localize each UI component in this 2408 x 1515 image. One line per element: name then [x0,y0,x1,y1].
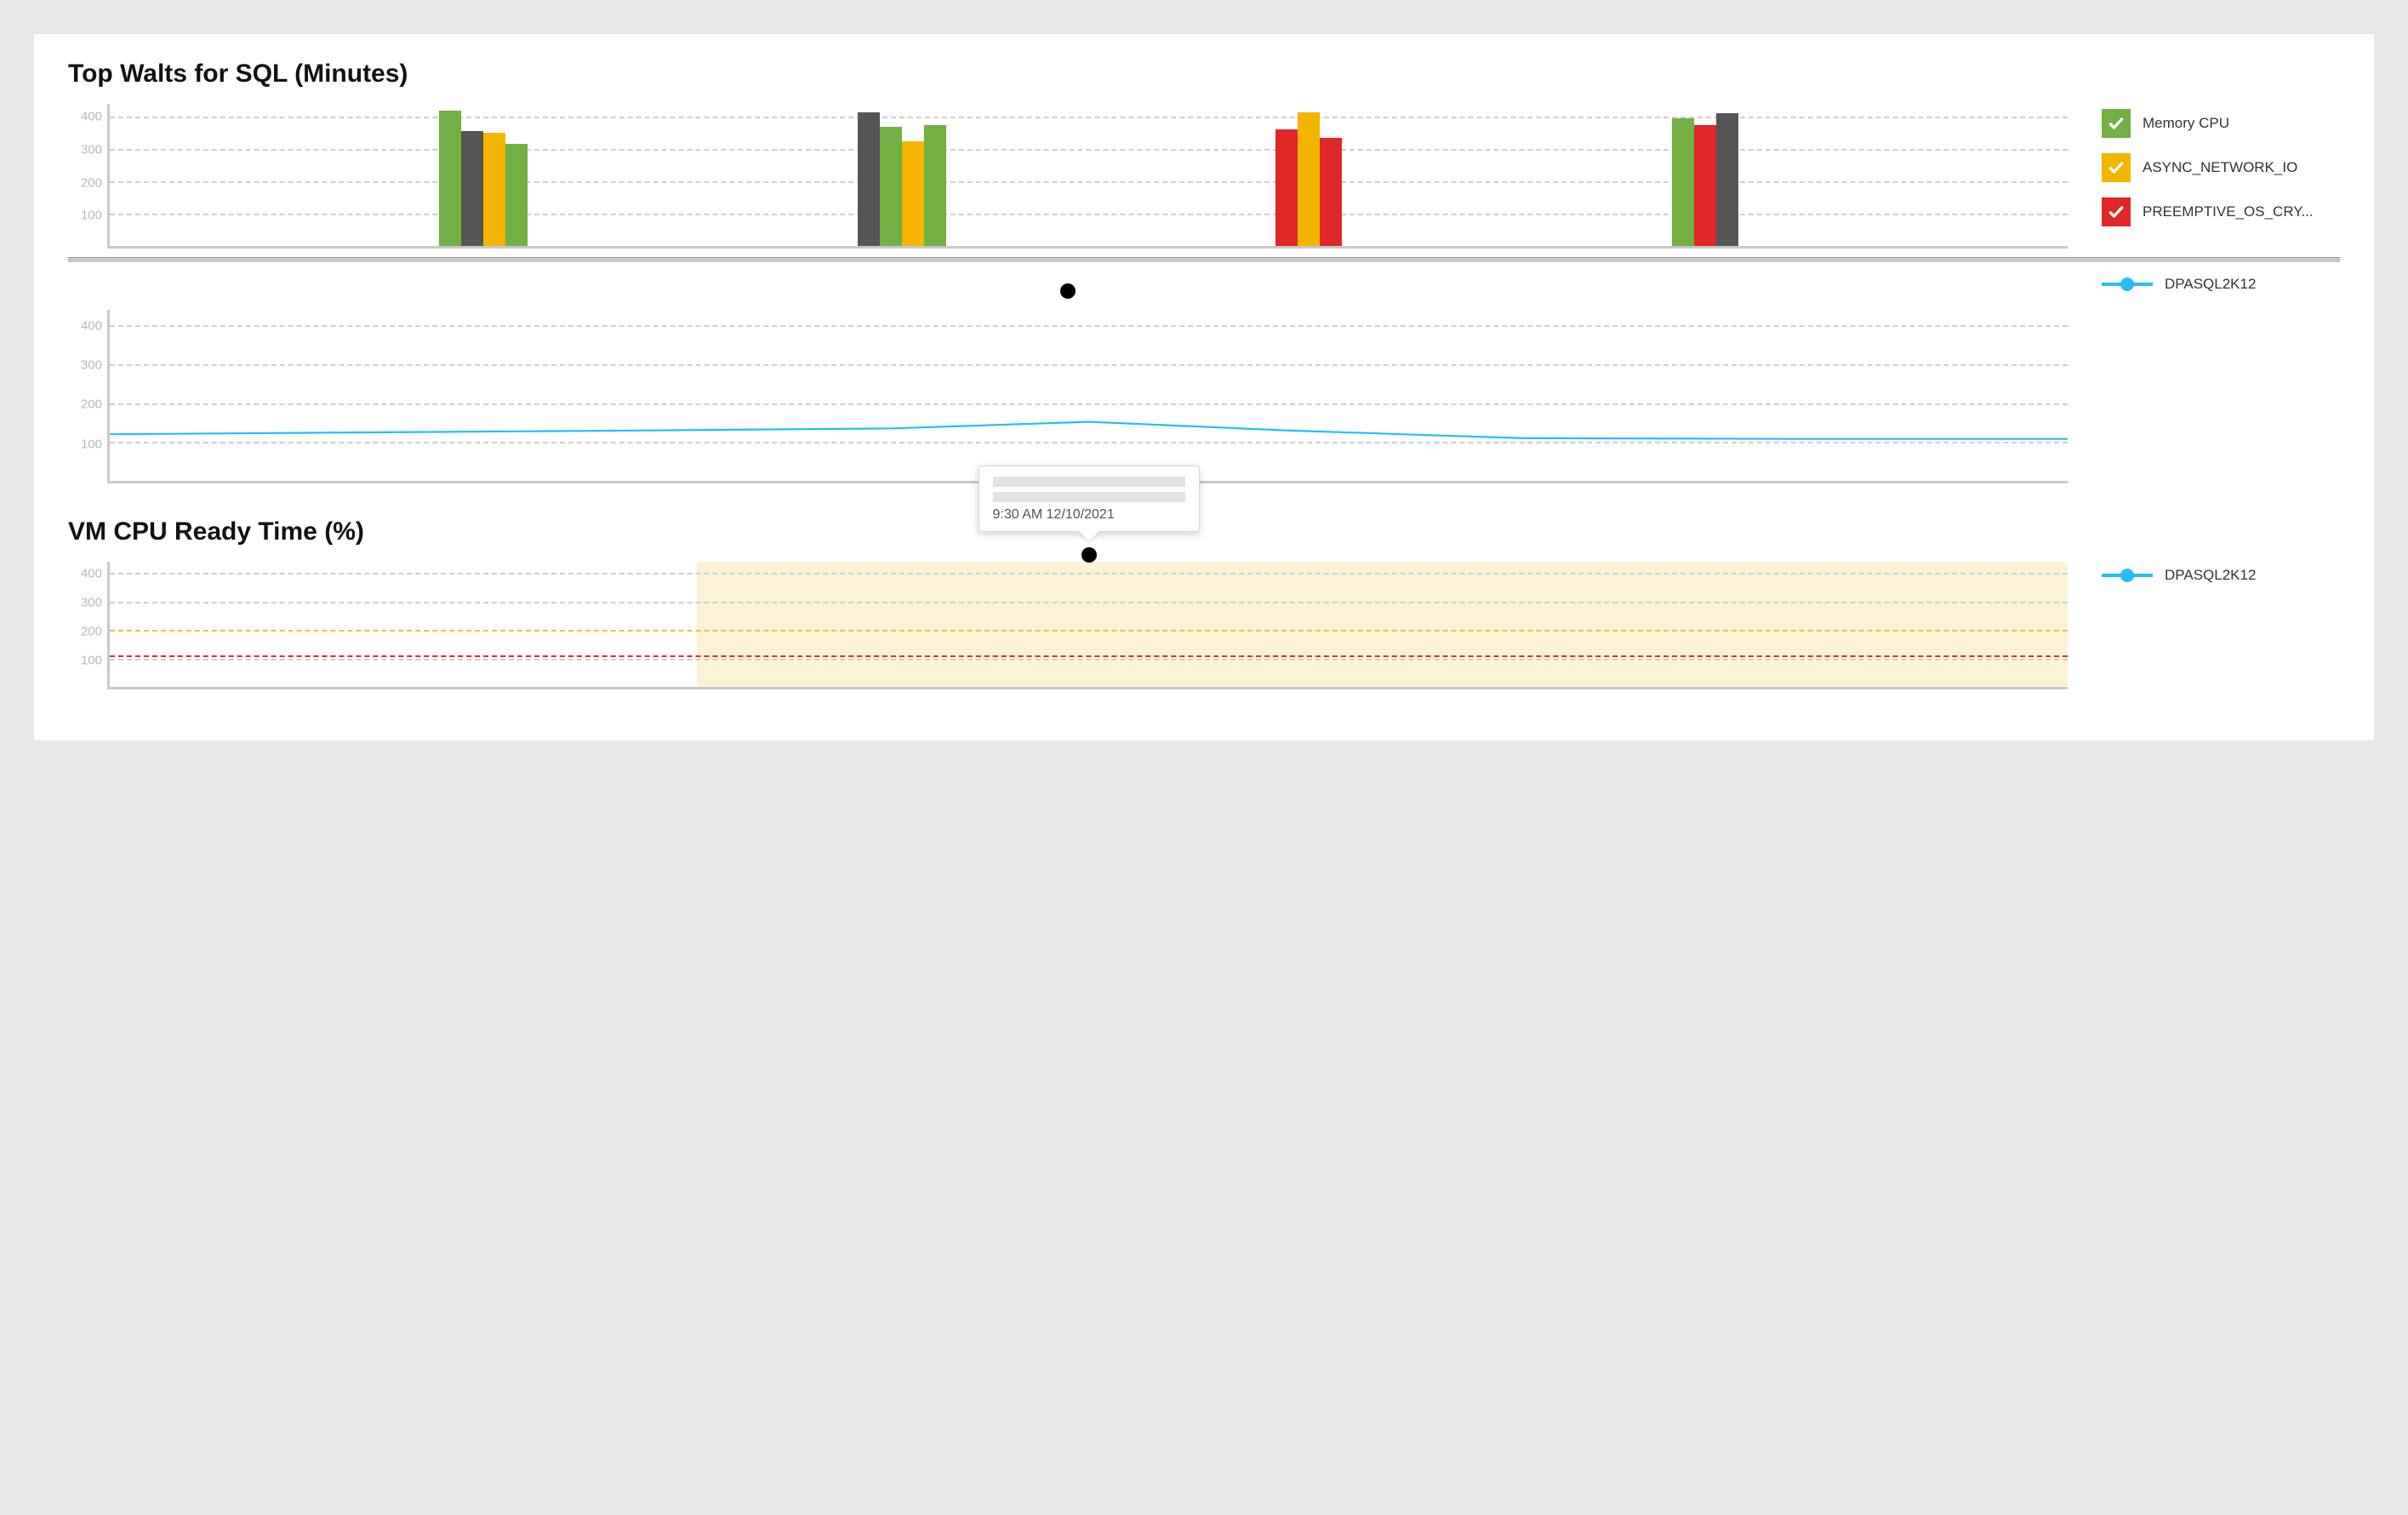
bar[interactable] [1298,112,1320,247]
vm-cpu-row: 100200300400 9:30 AM 12/10/2021 DPASQL2K… [68,562,2340,689]
bar[interactable] [1320,138,1342,246]
y-tick-label: 300 [81,357,102,372]
bar-group[interactable] [439,104,528,246]
line-marker-icon [2102,283,2153,286]
top-waits-title: Top Walts for SQL (Minutes) [68,60,2340,89]
y-tick-label: 400 [81,110,102,124]
y-tick-label: 300 [81,595,102,609]
bar[interactable] [483,133,505,246]
line-chart-row: 100 200 300 400 DPASQL2K12 [68,271,2340,483]
highlight-zone [697,562,2068,687]
legend-label: DPASQL2K12 [2165,567,2256,584]
data-point-marker[interactable]: 9:30 AM 12/10/2021 [1081,547,1097,563]
bar[interactable] [880,127,902,246]
legend-item-async-network-io[interactable]: ASYNC_NETWORK_IO [2102,153,2340,182]
bar[interactable] [924,125,946,246]
bar[interactable] [858,112,880,247]
top-waits-legend: Memory CPU ASYNC_NETWORK_IO PREEMPTIVE_O… [2102,104,2340,226]
y-tick-label: 400 [81,318,102,333]
checkmark-icon [2102,109,2131,138]
legend-item-memory-cpu[interactable]: Memory CPU [2102,109,2340,138]
y-tick-label: 200 [81,397,102,412]
dashboard-panel: Top Walts for SQL (Minutes) 100 200 300 400… [34,34,2374,740]
bar[interactable] [1694,125,1716,246]
legend-item-dpasql2k12[interactable]: DPASQL2K12 [2102,567,2340,584]
y-tick-label: 300 [81,143,102,157]
line-legend: DPASQL2K12 [2102,271,2340,293]
separator [68,257,2340,262]
bar[interactable] [461,131,483,246]
bar[interactable] [1672,118,1694,246]
bar[interactable] [1716,113,1738,246]
bar-group[interactable] [858,104,946,246]
bar[interactable] [439,111,461,246]
tooltip-placeholder-line [993,477,1185,487]
checkmark-icon [2102,153,2131,182]
vm-cpu-title: VM CPU Ready Time (%) [68,517,2340,546]
data-point-marker[interactable] [1060,283,1076,299]
legend-item-dpasql2k12[interactable]: DPASQL2K12 [2102,276,2340,293]
checkmark-icon [2102,197,2131,226]
vm-cpu-legend: DPASQL2K12 [2102,562,2340,584]
line-plot[interactable]: 100 200 300 400 [68,310,2068,483]
warn-threshold-line [110,630,2068,632]
y-tick-label: 400 [81,566,102,580]
bar[interactable] [1275,129,1298,246]
legend-label: Memory CPU [2143,115,2229,132]
tooltip-time: 9:30 AM 12/10/2021 [993,507,1185,523]
critical-threshold-line [110,655,2068,657]
top-waits-plot[interactable]: 100 200 300 400 [68,104,2068,249]
line-marker-icon [2102,574,2153,577]
y-tick-label: 200 [81,175,102,190]
bar[interactable] [902,141,924,246]
legend-label: DPASQL2K12 [2165,276,2256,293]
y-tick-label: 100 [81,209,102,223]
bar-group[interactable] [1672,104,1738,246]
y-tick-label: 100 [81,437,102,451]
legend-item-preemptive-os-cry[interactable]: PREEMPTIVE_OS_CRY... [2102,197,2340,226]
bar[interactable] [505,144,528,246]
y-tick-label: 100 [81,653,102,667]
top-waits-row: 100 200 300 400 Memory CPU ASYNC_NETWORK_IO [68,104,2340,249]
legend-label: ASYNC_NETWORK_IO [2143,159,2297,176]
tooltip: 9:30 AM 12/10/2021 [979,466,1200,532]
legend-label: PREEMPTIVE_OS_CRY... [2143,203,2314,220]
tooltip-placeholder-line [993,492,1185,502]
y-tick-label: 200 [81,624,102,638]
vm-cpu-plot[interactable]: 100200300400 9:30 AM 12/10/2021 [68,562,2068,689]
bar-group[interactable] [1275,104,1342,246]
